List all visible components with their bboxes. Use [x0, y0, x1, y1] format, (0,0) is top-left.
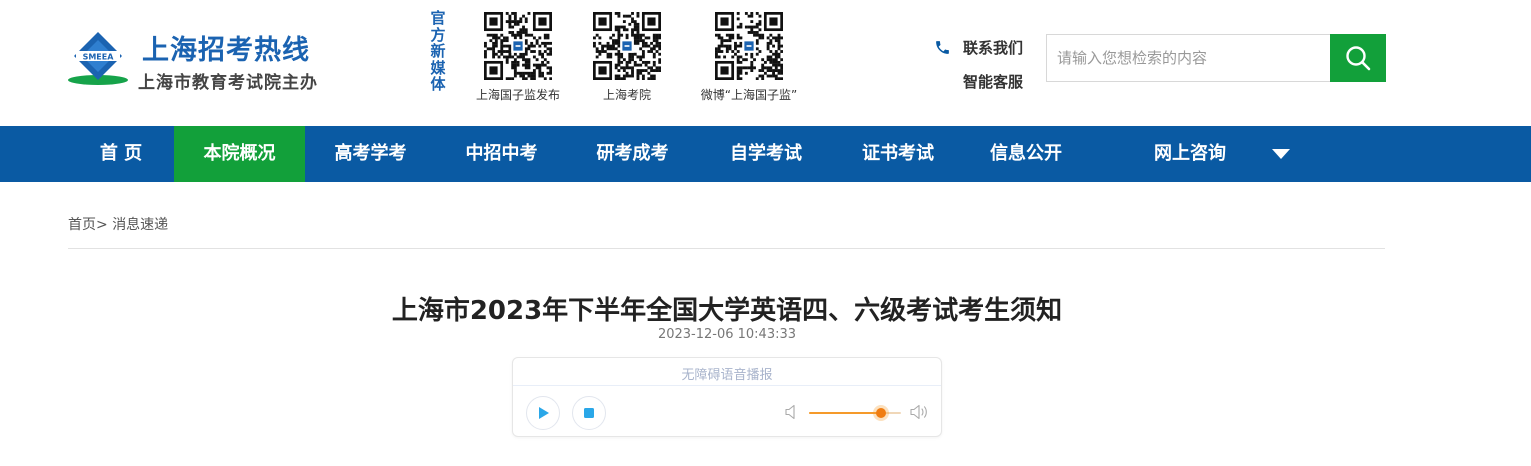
logo-title: 上海招考热线 — [142, 35, 310, 66]
nav-item-gaokao[interactable]: 高考学考 — [305, 126, 436, 182]
play-button[interactable] — [526, 396, 560, 430]
main-nav: 首 页 本院概况 高考学考 中招中考 研考成考 自学考试 证书考试 信息公开 网… — [0, 126, 1531, 182]
volume-slider-thumb[interactable] — [875, 408, 886, 418]
volume-low-icon[interactable] — [785, 404, 799, 420]
qr-code-icon — [593, 12, 661, 80]
breadcrumb-divider — [68, 248, 1385, 249]
qr-code-weibo[interactable]: 微博“上海国子监” — [686, 12, 812, 103]
nav-item-yankao[interactable]: 研考成考 — [567, 126, 698, 182]
volume-high-icon[interactable] — [910, 404, 930, 420]
article-title: 上海市2023年下半年全国大学英语四、六级考试考生须知 — [391, 296, 1063, 326]
qr-code-kaoyuan[interactable]: 上海考院 — [577, 12, 677, 103]
smart-service-link[interactable]: 智能客服 — [934, 68, 1044, 94]
play-icon — [539, 407, 549, 419]
qr-caption: 上海国子监发布 — [475, 88, 560, 102]
player-label: 无障碍语音播报 — [681, 368, 773, 383]
phone-icon — [934, 39, 954, 56]
smart-service-label: 智能客服 — [963, 72, 1024, 91]
contact-area: 联系我们 智能客服 — [934, 34, 1044, 94]
logo-subtitle: 上海市教育考试院主办 — [138, 73, 318, 93]
contact-us-link[interactable]: 联系我们 — [934, 34, 1044, 60]
contact-us-label: 联系我们 — [963, 38, 1024, 57]
nav-item-disclosure[interactable]: 信息公开 — [962, 126, 1090, 182]
search-icon — [1346, 46, 1371, 71]
nav-item-zixue[interactable]: 自学考试 — [698, 126, 834, 182]
player-progress-line[interactable] — [513, 385, 941, 386]
breadcrumb-current[interactable]: 消息速递 — [112, 217, 168, 233]
qr-caption: 上海考院 — [602, 88, 651, 102]
site-header: SMEEA 上海招考热线 上海市教育考试院主办 官方新媒体 上海国子监发布 上海… — [0, 0, 1531, 126]
qr-code-guozijian[interactable]: 上海国子监发布 — [468, 12, 568, 103]
stop-icon — [584, 408, 594, 418]
volume-slider[interactable] — [809, 408, 901, 418]
qr-code-icon — [715, 12, 783, 80]
qr-caption: 微博“上海国子监” — [700, 88, 798, 102]
emblem-badge-text: SMEEA — [83, 53, 115, 62]
search-box — [1046, 34, 1386, 82]
article-date: 2023-12-06 10:43:33 — [657, 327, 797, 342]
site-logo[interactable]: SMEEA 上海招考热线 上海市教育考试院主办 — [68, 28, 328, 93]
nav-item-certificate[interactable]: 证书考试 — [834, 126, 962, 182]
nav-item-consult[interactable]: 网上咨询 — [1126, 126, 1254, 182]
stop-button[interactable] — [572, 396, 606, 430]
official-media-label: 官方新媒体 — [430, 9, 446, 93]
nav-item-zhongkao[interactable]: 中招中考 — [436, 126, 567, 182]
page: SMEEA 上海招考热线 上海市教育考试院主办 官方新媒体 上海国子监发布 上海… — [0, 0, 1531, 466]
audio-player: 无障碍语音播报 — [512, 357, 942, 437]
smeea-emblem-icon: SMEEA — [68, 32, 128, 85]
nav-item-home[interactable]: 首 页 — [68, 126, 174, 182]
search-button[interactable] — [1330, 34, 1386, 82]
qr-code-icon — [484, 12, 552, 80]
breadcrumb: 首页> 消息速递 — [68, 214, 168, 234]
search-input[interactable] — [1046, 34, 1330, 82]
volume-slider-fill — [809, 412, 881, 414]
nav-item-about[interactable]: 本院概况 — [174, 126, 305, 182]
breadcrumb-home[interactable]: 首页> — [68, 217, 108, 233]
caret-down-icon[interactable] — [1271, 148, 1291, 160]
